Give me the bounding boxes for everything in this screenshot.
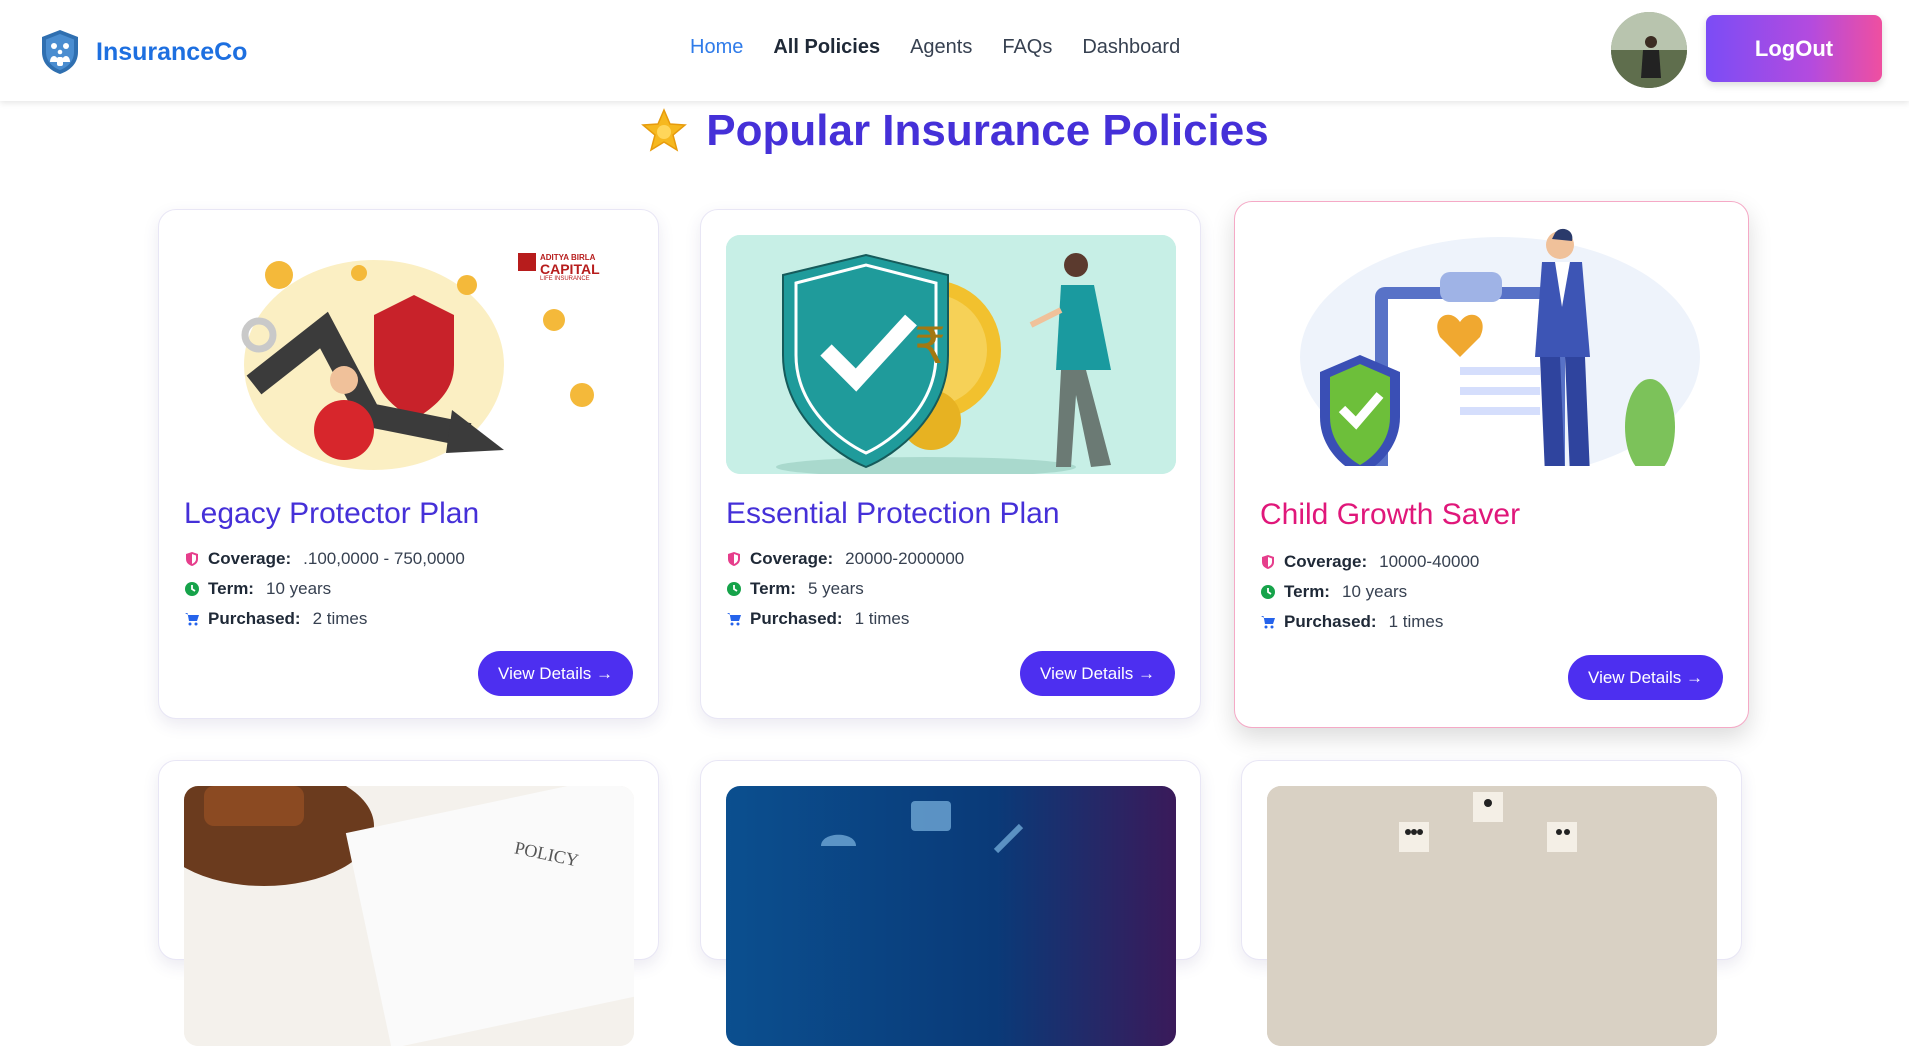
policy-card-highlighted: Child Growth Saver Coverage: 10000-40000… <box>1234 201 1749 728</box>
cart-icon <box>185 612 199 625</box>
coverage-row: Coverage: 20000-2000000 <box>726 548 964 569</box>
policy-meta: Coverage: .100,0000 - 750,0000 Term: 10 … <box>184 548 465 629</box>
policy-card <box>1241 760 1742 1046</box>
shield-icon <box>186 551 198 566</box>
user-photo-icon <box>1611 12 1687 88</box>
aditya-birla-logo: ADITYA BIRLA CAPITAL LIFE INSURANCE <box>518 253 618 282</box>
purchased-value: 1 times <box>854 608 910 628</box>
term-label: Term: <box>1284 581 1330 601</box>
shield-family-logo-icon <box>42 30 78 74</box>
purchased-value: 2 times <box>312 608 368 628</box>
shield-icon <box>1262 554 1274 569</box>
clock-icon <box>185 581 199 596</box>
brand-name: InsuranceCo <box>96 37 248 66</box>
policy-card: ADITYA BIRLA CAPITAL LIFE INSURANCE Lega… <box>158 209 659 719</box>
purchased-label: Purchased: <box>208 608 301 628</box>
policy-title: Child Growth Saver <box>1260 498 1521 531</box>
coverage-value: 20000-2000000 <box>845 548 965 568</box>
purchased-row: Purchased: 1 times <box>726 608 964 629</box>
purchased-label: Purchased: <box>750 608 843 628</box>
policy-card <box>700 760 1201 1046</box>
clock-icon <box>1261 584 1275 599</box>
view-details-button[interactable]: View Details → <box>1568 655 1723 700</box>
policy-image <box>1260 227 1725 466</box>
nav-link-all-policies[interactable]: All Policies <box>773 36 880 59</box>
page-heading: Popular Insurance Policies <box>0 106 1909 160</box>
navbar: InsuranceCo Home All Policies Agents FAQ… <box>0 0 1909 101</box>
policy-meta: Coverage: 10000-40000 Term: 10 years Pur… <box>1260 551 1479 632</box>
policy-title: Essential Protection Plan <box>726 497 1060 530</box>
coverage-value: .100,0000 - 750,0000 <box>303 548 465 568</box>
term-row: Term: 10 years <box>184 578 465 599</box>
brand[interactable]: InsuranceCo <box>38 28 247 76</box>
coverage-value: 10000-40000 <box>1379 551 1480 571</box>
purchased-row: Purchased: 1 times <box>1260 611 1479 632</box>
star-icon <box>641 108 688 152</box>
term-row: Term: 5 years <box>726 578 964 599</box>
policy-card: POLICY <box>158 760 659 1046</box>
purchased-value: 1 times <box>1388 611 1444 631</box>
term-label: Term: <box>208 578 254 598</box>
term-value: 5 years <box>807 578 864 598</box>
nav-link-agents[interactable]: Agents <box>910 36 972 59</box>
coverage-label: Coverage: <box>750 548 834 568</box>
view-details-button[interactable]: View Details → <box>1020 651 1175 696</box>
rupee-icon: ₹ <box>914 317 946 375</box>
policy-image: POLICY <box>184 786 634 1046</box>
nav-link-faqs[interactable]: FAQs <box>1002 36 1052 59</box>
policy-image <box>1267 786 1717 1046</box>
shield-icon <box>728 551 740 566</box>
purchased-row: Purchased: 2 times <box>184 608 465 629</box>
purchased-label: Purchased: <box>1284 611 1377 631</box>
nav-link-dashboard[interactable]: Dashboard <box>1082 36 1180 59</box>
policy-image <box>726 786 1176 1046</box>
avatar[interactable] <box>1611 12 1687 88</box>
policy-title: Legacy Protector Plan <box>184 497 480 530</box>
clock-icon <box>727 581 741 596</box>
cart-icon <box>727 612 741 625</box>
term-row: Term: 10 years <box>1260 581 1479 602</box>
term-label: Term: <box>750 578 796 598</box>
nav-links: Home All Policies Agents FAQs Dashboard <box>690 36 1180 59</box>
policy-image: ₹ <box>726 235 1176 474</box>
term-value: 10 years <box>1341 581 1408 601</box>
nav-link-home[interactable]: Home <box>690 36 743 59</box>
coverage-label: Coverage: <box>1284 551 1368 571</box>
page-title: Popular Insurance Policies <box>706 106 1269 155</box>
policy-meta: Coverage: 20000-2000000 Term: 5 years Pu… <box>726 548 964 629</box>
logout-button[interactable]: LogOut <box>1706 15 1882 82</box>
policy-image: ADITYA BIRLA CAPITAL LIFE INSURANCE <box>184 235 634 474</box>
policy-card: ₹ Essential Protection Plan Coverage: 20… <box>700 209 1201 719</box>
coverage-label: Coverage: <box>208 548 292 568</box>
coverage-row: Coverage: .100,0000 - 750,0000 <box>184 548 465 569</box>
term-value: 10 years <box>265 578 332 598</box>
coverage-row: Coverage: 10000-40000 <box>1260 551 1479 572</box>
view-details-button[interactable]: View Details → <box>478 651 633 696</box>
cart-icon <box>1261 615 1275 628</box>
